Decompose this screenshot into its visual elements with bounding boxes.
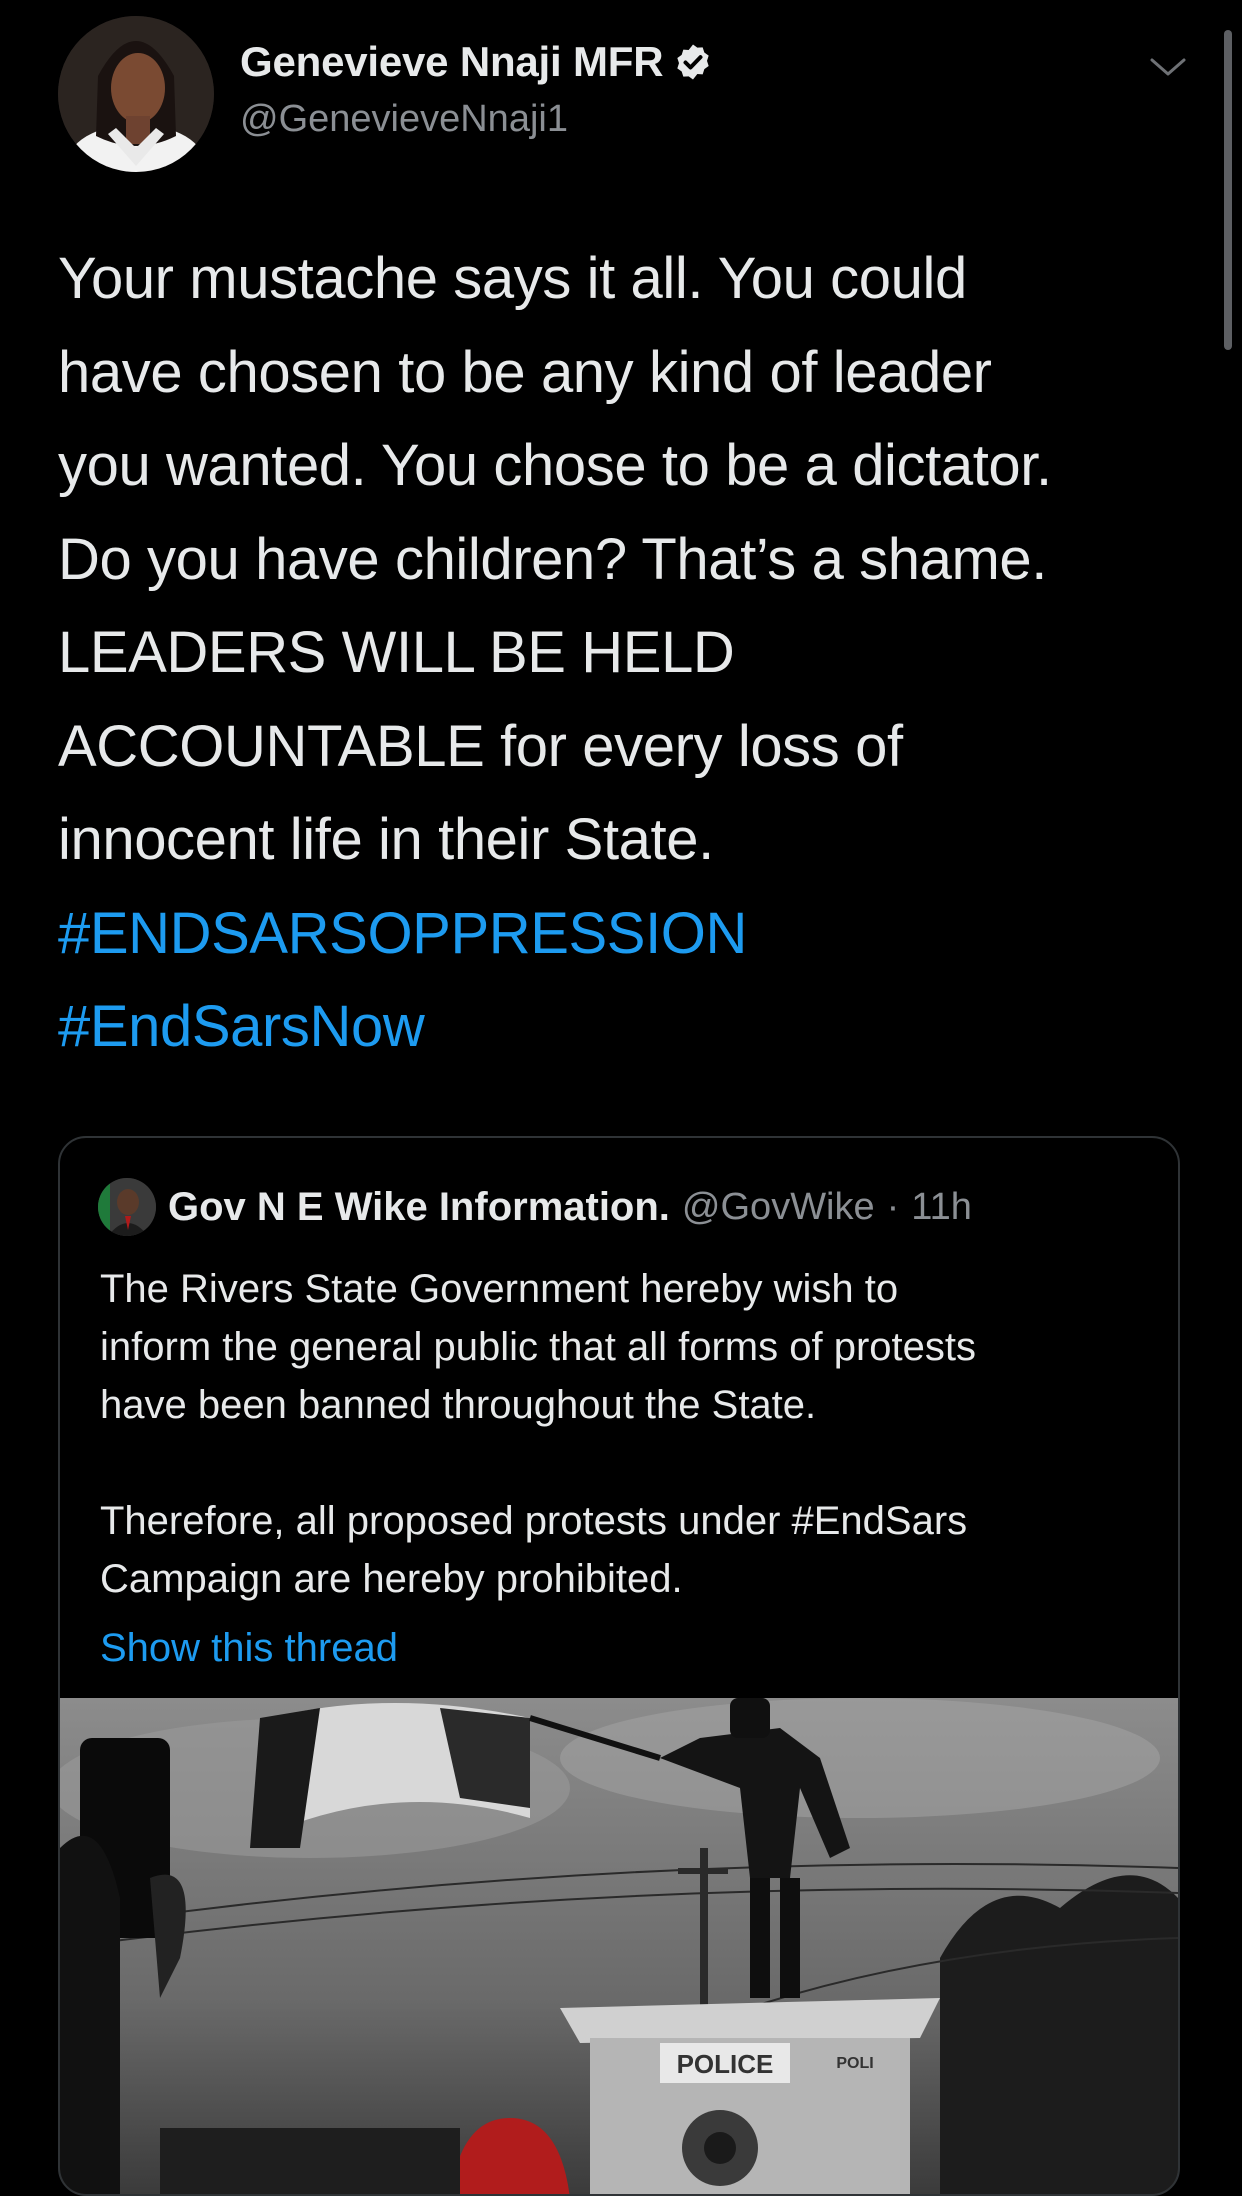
- police-sign-text-side: POLI: [836, 2055, 873, 2072]
- tweet: Genevieve Nnaji MFR @GenevieveNnaji1 You…: [0, 0, 1242, 2196]
- tweet-text-line: ACCOUNTABLE for every loss of: [58, 713, 903, 779]
- tweet-text-line: LEADERS WILL BE HELD: [58, 620, 735, 685]
- police-sign-text: POLICE: [677, 2049, 774, 2079]
- quoted-text-line: inform the general public that all forms…: [100, 1325, 976, 1369]
- tweet-text-line: have chosen to be any kind of leader: [58, 339, 992, 405]
- hashtag-link[interactable]: #EndSarsNow: [58, 980, 1178, 1074]
- quoted-text-line: The Rivers State Government hereby wish …: [100, 1267, 899, 1311]
- author-display-name[interactable]: Genevieve Nnaji MFR: [240, 38, 664, 86]
- quoted-author-handle[interactable]: @GovWike: [682, 1186, 875, 1229]
- avatar-photo: [58, 16, 214, 172]
- show-thread-link[interactable]: Show this thread: [100, 1626, 398, 1671]
- verified-badge-icon: [677, 44, 710, 80]
- quoted-avatar-photo: [98, 1178, 156, 1236]
- protest-photo: POLICE POLI: [60, 1698, 1178, 2194]
- tweet-text-line: you wanted. You chose to be a dictator.: [58, 433, 1052, 498]
- author-handle[interactable]: @GenevieveNnaji1: [240, 98, 568, 141]
- hashtag-link[interactable]: #ENDSARSOPPRESSION: [58, 887, 1178, 981]
- tweet-text-line: Your mustache says it all. You could: [58, 246, 967, 311]
- quoted-tweet[interactable]: Gov N E Wike Information. @GovWike · 11h…: [58, 1136, 1180, 2196]
- chevron-down-icon[interactable]: [1148, 52, 1188, 82]
- separator-dot: ·: [886, 1185, 900, 1228]
- quoted-tweet-header: Gov N E Wike Information. @GovWike · 11h: [98, 1178, 972, 1236]
- quoted-text-line: Therefore, all proposed protests under #…: [100, 1499, 968, 1543]
- tweet-text-line: innocent life in their State.: [58, 807, 714, 872]
- quoted-tweet-image[interactable]: POLICE POLI: [60, 1698, 1178, 2194]
- quoted-tweet-text: The Rivers State Government hereby wish …: [100, 1260, 1140, 1608]
- quoted-author-avatar[interactable]: [98, 1178, 156, 1236]
- quoted-author-name[interactable]: Gov N E Wike Information.: [168, 1185, 670, 1230]
- author-name-row: Genevieve Nnaji MFR: [240, 38, 713, 86]
- scrollbar[interactable]: [1224, 30, 1232, 350]
- quoted-text-line: have been banned throughout the State.: [100, 1383, 817, 1427]
- quoted-timestamp[interactable]: 11h: [911, 1186, 972, 1229]
- quoted-text-line: Campaign are hereby prohibited.: [100, 1557, 683, 1601]
- author-avatar[interactable]: [58, 16, 214, 172]
- tweet-text: Your mustache says it all. You could hav…: [58, 232, 1178, 1074]
- tweet-text-line: Do you have children? That’s a shame.: [58, 526, 1047, 592]
